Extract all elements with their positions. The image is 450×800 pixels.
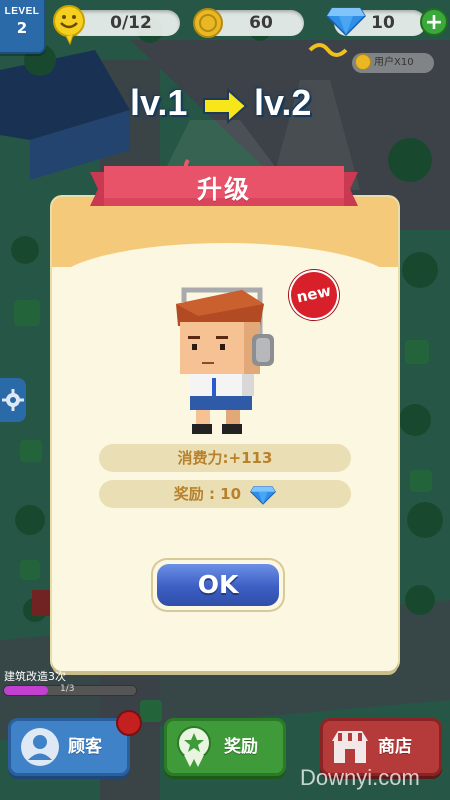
customer-icon [21, 728, 59, 766]
renovation-progress-label: 建筑改造3次 [4, 670, 66, 683]
level-label: LEVEL [4, 6, 40, 17]
watermark: Downyi.com [300, 765, 420, 790]
character-sprite [176, 287, 274, 434]
rewards-label: 奖励 [224, 737, 258, 757]
ok-button-label: OK [157, 564, 279, 606]
renovation-progress-count: 1/3 [60, 684, 75, 694]
settings-button[interactable] [0, 378, 26, 422]
customers-button[interactable]: 顾客 [8, 710, 142, 776]
ok-button[interactable]: OK [153, 560, 283, 610]
gear-icon [2, 389, 24, 411]
reward-text: 奖励 : 10 [173, 485, 242, 503]
reward-bar: 奖励 : 10 [99, 480, 351, 508]
notification-dot [116, 710, 142, 736]
renovation-progress-fill [4, 686, 48, 695]
shop-icon [332, 731, 368, 763]
spending-power-text: 消费力:+113 [177, 449, 273, 467]
game-screen: LEVEL 2 0/12 60 10 + 用户X10 lv.1 lv.2 升级 … [0, 0, 450, 800]
spending-power-bar: 消费力:+113 [99, 444, 351, 472]
diamond-icon [250, 485, 277, 505]
dialog-title: 升级 [196, 175, 251, 204]
medal-icon [177, 726, 211, 767]
customers-label: 顾客 [68, 737, 102, 757]
rewards-button[interactable]: 奖励 [164, 718, 286, 776]
